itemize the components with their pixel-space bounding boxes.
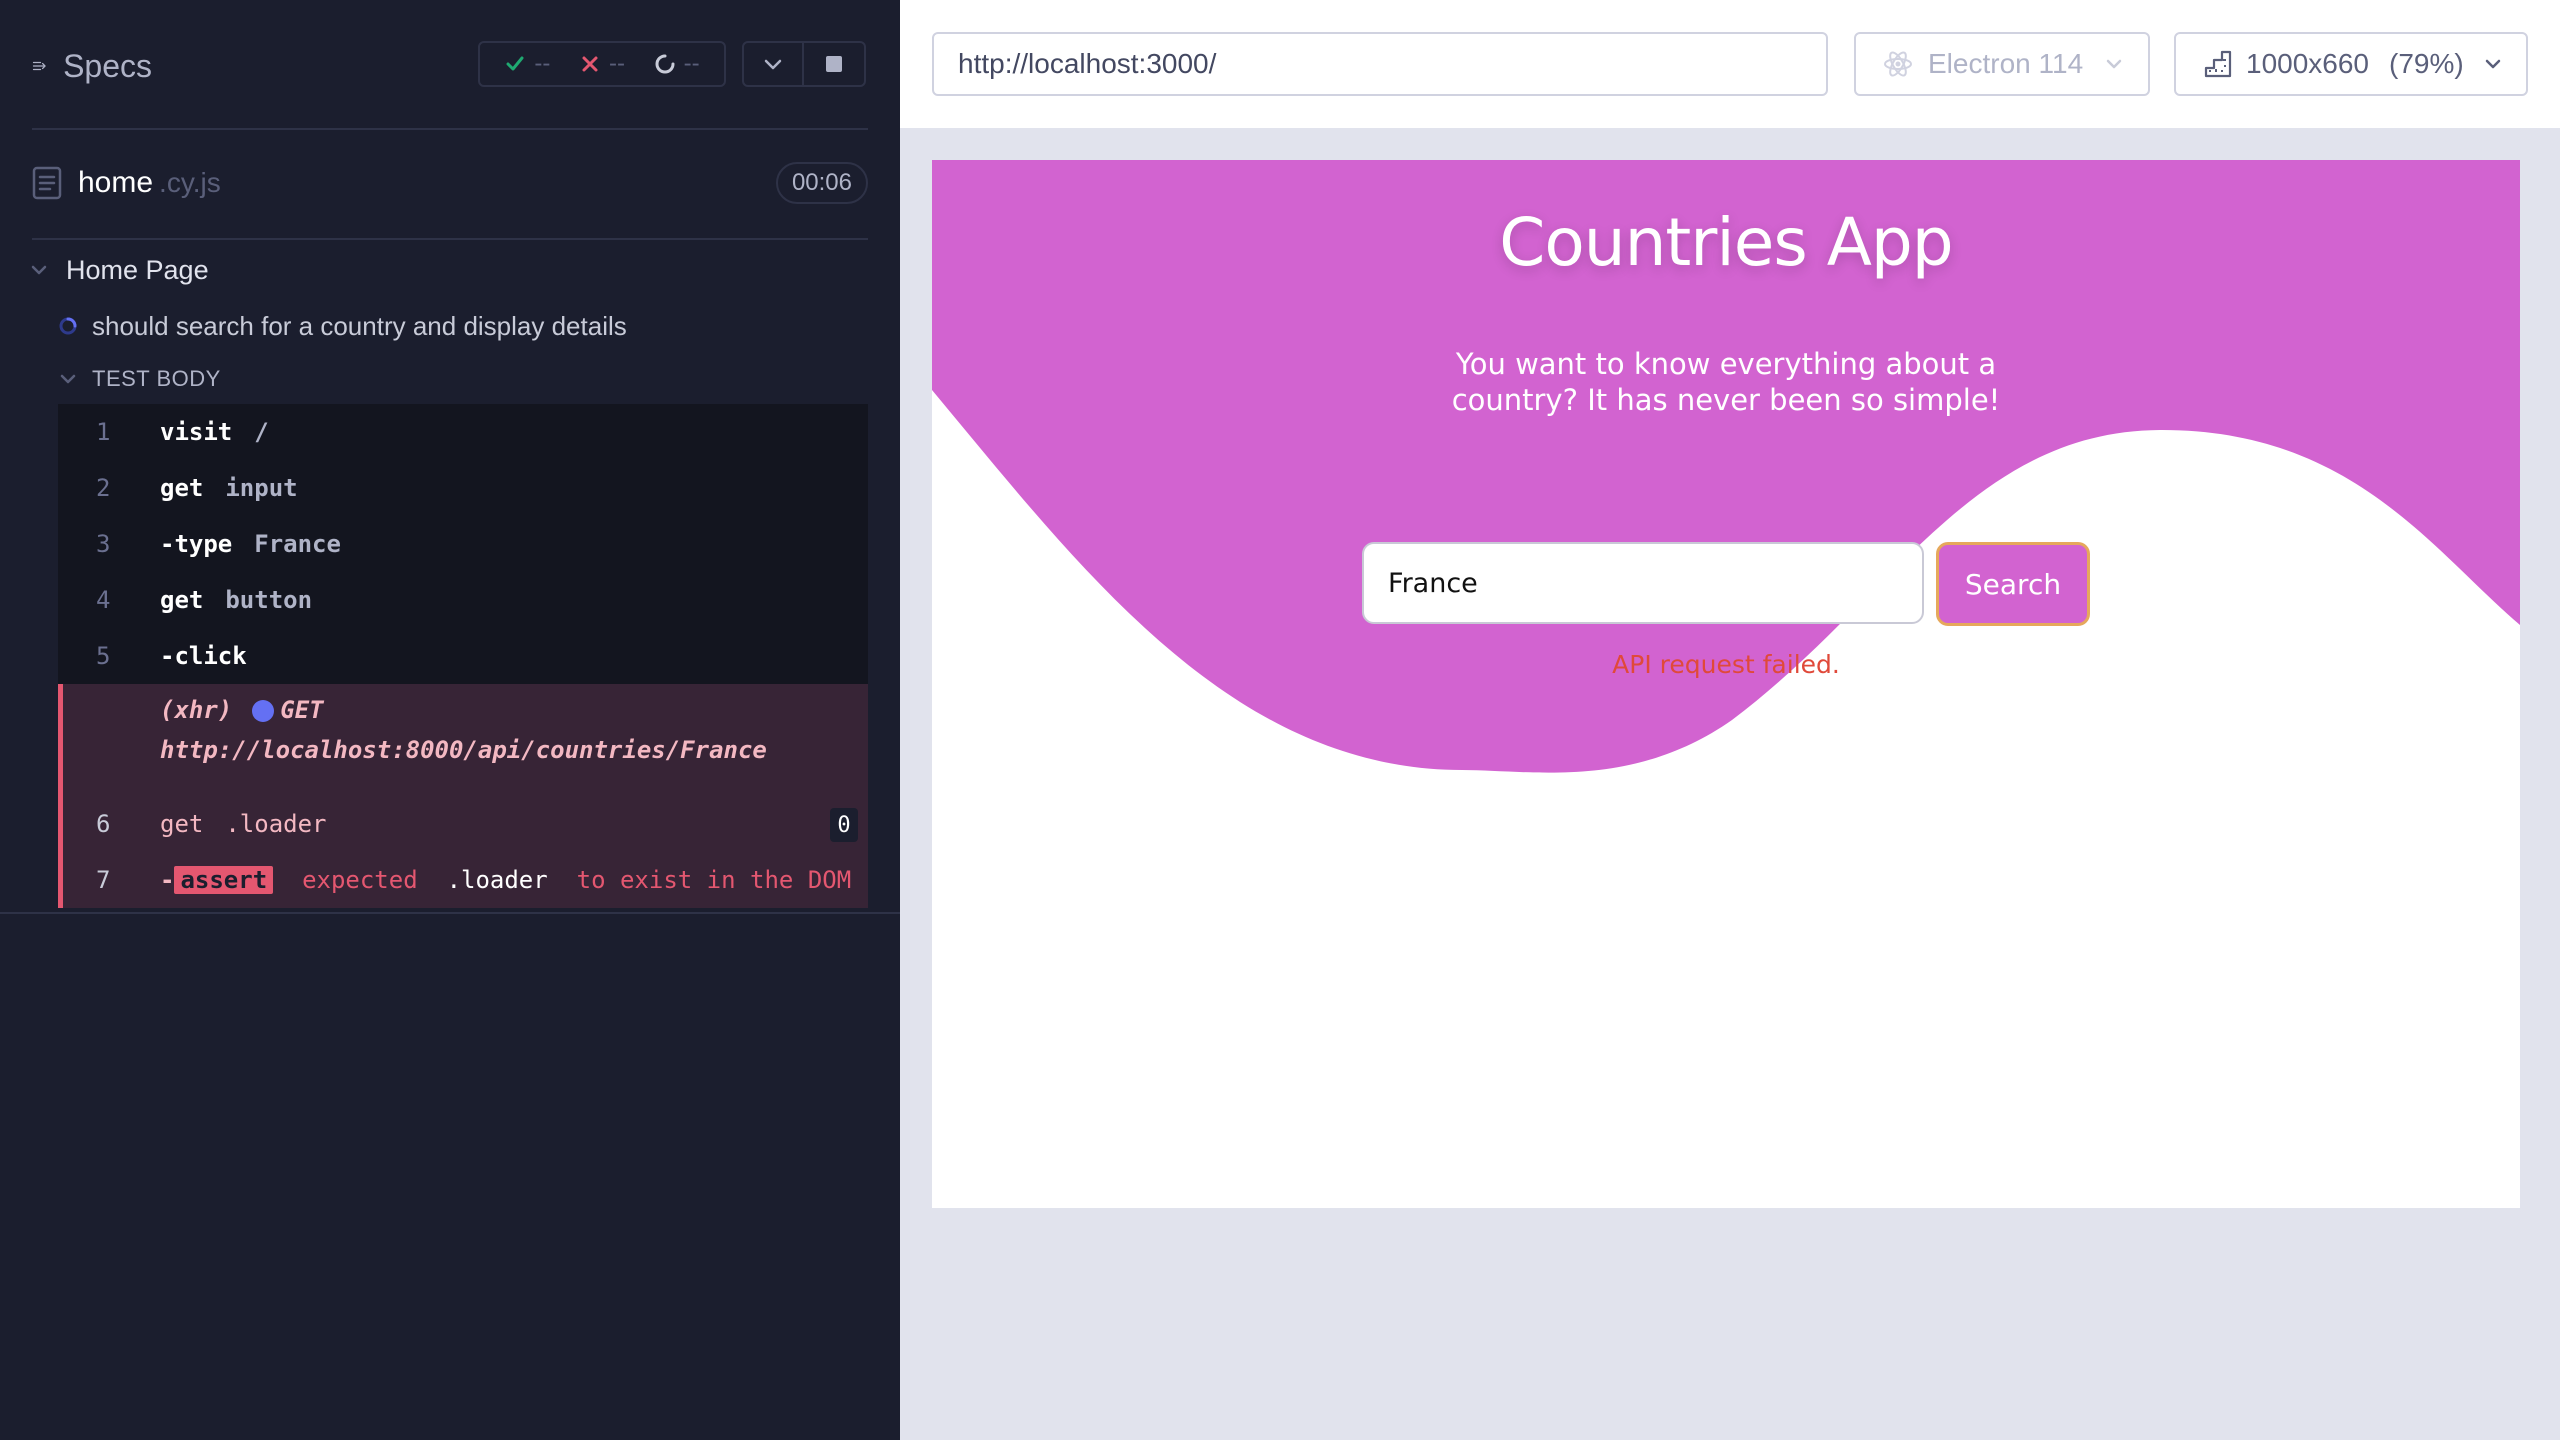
ruler-icon (2204, 50, 2232, 78)
command-message: / (254, 418, 269, 446)
error-message: API request failed. (1612, 650, 1840, 679)
command-name: get input (160, 474, 298, 502)
x-icon (582, 56, 598, 72)
chevron-down-icon (60, 374, 76, 384)
command-message: France (254, 530, 341, 558)
browser-name: Electron 114 (1928, 48, 2084, 79)
reporter-bottom-divider (0, 912, 900, 914)
command-name: -click (160, 642, 247, 670)
stop-icon (826, 56, 842, 72)
test-item[interactable]: should search for a country and display … (58, 306, 627, 346)
command-row[interactable]: 2 get input (58, 460, 868, 516)
spec-file-ext: .cy.js (159, 167, 221, 198)
command-number: 3 (96, 530, 111, 558)
xhr-url: http://localhost:8000/api/countries/Fran… (160, 736, 767, 764)
xhr-request-row[interactable]: (xhr) GET http://localhost:8000/api/coun… (58, 684, 868, 796)
zoom-level: (79%) (2389, 48, 2464, 79)
command-row-failed[interactable]: 6 get .loader 0 (58, 796, 868, 852)
chevron-down-icon (764, 59, 782, 70)
passed-count: -- (534, 50, 551, 77)
xhr-method: GET (252, 696, 324, 724)
country-search-input[interactable]: France (1362, 542, 1924, 624)
spinner-icon (59, 317, 77, 335)
viewport-size: 1000x660 (2246, 48, 2370, 79)
chevron-down-icon (2106, 59, 2122, 69)
command-number: 2 (96, 474, 111, 502)
viewport-selector[interactable]: 1000x660 (79%) (2174, 32, 2528, 96)
command-name: get button (160, 586, 313, 614)
command-name: -type France (160, 530, 341, 558)
command-row[interactable]: 1 visit / (58, 404, 868, 460)
spec-file-name: home (78, 166, 154, 199)
command-row[interactable]: 4 get button (58, 572, 868, 628)
duration-badge: 00:06 (775, 162, 868, 204)
command-message: button (225, 586, 313, 614)
aut-panel: http://localhost:3000/ Electron 114 1000… (900, 0, 2560, 1440)
command-name: get .loader (160, 810, 327, 838)
test-title: should search for a country and display … (92, 310, 627, 341)
collapse-all-button[interactable] (742, 41, 804, 87)
file-icon (32, 166, 62, 200)
passed-stat: -- (504, 50, 550, 78)
assert-row-failed[interactable]: 7 - assert expected .loader to exist in t… (58, 852, 868, 908)
file-divider (32, 238, 868, 240)
command-log: 1 visit/ 2 get input 3 -type France 4 get b… (58, 404, 868, 908)
xhr-line: (xhr) GET (160, 696, 324, 724)
header-divider (32, 128, 868, 130)
command-number: 5 (96, 642, 111, 670)
check-icon (506, 56, 524, 71)
xhr-label: (xhr) (160, 696, 233, 724)
command-number: 1 (96, 418, 111, 446)
test-body-toggle[interactable]: TEST BODY (58, 362, 221, 396)
search-button[interactable]: Search (1936, 542, 2090, 626)
suite-title: Home Page (66, 254, 209, 285)
chevron-down-icon (31, 265, 47, 275)
command-name: visit / (160, 418, 269, 446)
hero-wave-background (932, 160, 2520, 773)
app-subtitle: You want to know everything about a coun… (1451, 347, 2001, 417)
app-iframe: Countries App You want to know everythin… (932, 160, 2520, 1208)
pending-stat: -- (654, 50, 700, 78)
command-number: 4 (96, 586, 111, 614)
url-bar[interactable]: http://localhost:3000/ (932, 32, 1828, 96)
chevron-down-icon (2485, 59, 2500, 69)
assert-tag: assert (174, 866, 274, 894)
test-body-label: TEST BODY (92, 366, 221, 391)
test-stats: -- -- -- (478, 41, 726, 87)
command-row[interactable]: 5 -click (58, 628, 868, 684)
failed-count: -- (608, 50, 625, 77)
specs-label: Specs (63, 47, 152, 84)
suite-home-page[interactable]: Home Page (28, 250, 209, 290)
command-message: input (225, 474, 298, 502)
aut-header: http://localhost:3000/ Electron 114 1000… (900, 0, 2560, 128)
command-row[interactable]: 3 -type France (58, 516, 868, 572)
pending-count: -- (683, 50, 700, 77)
specs-list-icon (32, 61, 46, 71)
command-number: 6 (96, 810, 111, 838)
command-message: .loader (225, 810, 327, 838)
specs-toggle-button[interactable]: Specs (32, 46, 152, 86)
stop-button[interactable] (804, 41, 866, 87)
element-count-badge: 0 (830, 808, 858, 842)
reporter-header: Specs -- -- -- (0, 0, 900, 130)
spinner-icon (655, 54, 675, 74)
electron-icon (1884, 51, 1912, 77)
browser-selector[interactable]: Electron 114 (1854, 32, 2150, 96)
assert-message: - assert expected .loader to exist in the… (160, 866, 852, 894)
command-number: 7 (96, 866, 111, 894)
reporter-panel: Specs -- -- -- home .cy.js 00:06 Home Pa… (0, 0, 900, 1440)
failed-stat: -- (579, 50, 625, 78)
spec-file-row[interactable]: home .cy.js 00:06 (32, 160, 868, 206)
app-title: Countries App (1499, 204, 1953, 281)
pending-dot-icon (252, 700, 275, 722)
